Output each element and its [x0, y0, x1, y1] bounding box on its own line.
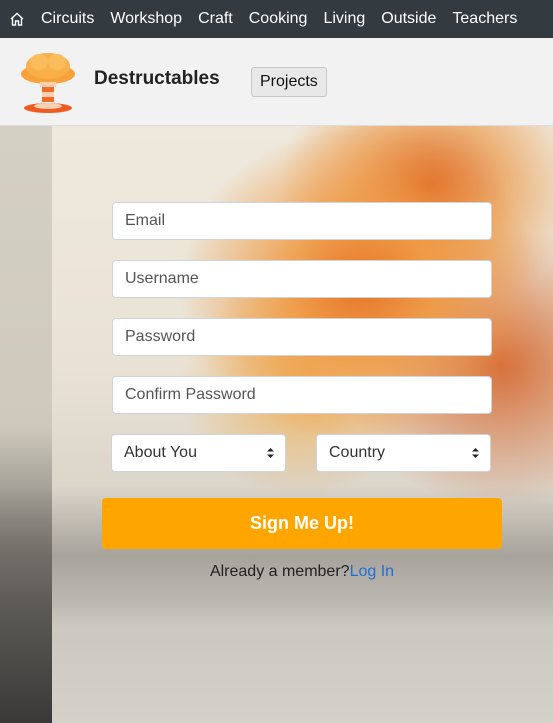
site-header: Destructables Projects: [0, 38, 553, 126]
sign-up-button[interactable]: Sign Me Up!: [102, 498, 502, 549]
password-field[interactable]: [112, 318, 492, 356]
nav-link-circuits[interactable]: Circuits: [41, 10, 94, 28]
nav-link-living[interactable]: Living: [323, 10, 365, 28]
projects-button[interactable]: Projects: [251, 67, 327, 97]
about-you-select[interactable]: About You: [111, 434, 286, 472]
home-icon[interactable]: [9, 10, 27, 28]
nav-link-teachers[interactable]: Teachers: [452, 10, 517, 28]
about-you-label: About You: [124, 444, 197, 461]
already-member-line: Already a member?Log In: [0, 563, 553, 581]
hero-left-shade: [0, 126, 52, 723]
username-field[interactable]: [112, 260, 492, 298]
email-field[interactable]: [112, 202, 492, 240]
select-caret-icon: [471, 446, 480, 460]
top-navigation: Circuits Workshop Craft Cooking Living O…: [0, 0, 553, 38]
already-member-text: Already a member?: [209, 563, 350, 580]
login-link[interactable]: Log In: [350, 563, 394, 580]
nav-link-cooking[interactable]: Cooking: [249, 10, 308, 28]
country-label: Country: [329, 444, 386, 461]
country-select[interactable]: Country: [316, 434, 491, 472]
nav-link-workshop[interactable]: Workshop: [110, 10, 182, 28]
select-caret-icon: [266, 446, 275, 460]
mushroom-cloud-logo[interactable]: [19, 50, 77, 114]
site-brand-name[interactable]: Destructables: [94, 68, 220, 90]
confirm-password-field[interactable]: [112, 376, 492, 414]
nav-link-outside[interactable]: Outside: [381, 10, 436, 28]
nav-link-craft[interactable]: Craft: [198, 10, 233, 28]
